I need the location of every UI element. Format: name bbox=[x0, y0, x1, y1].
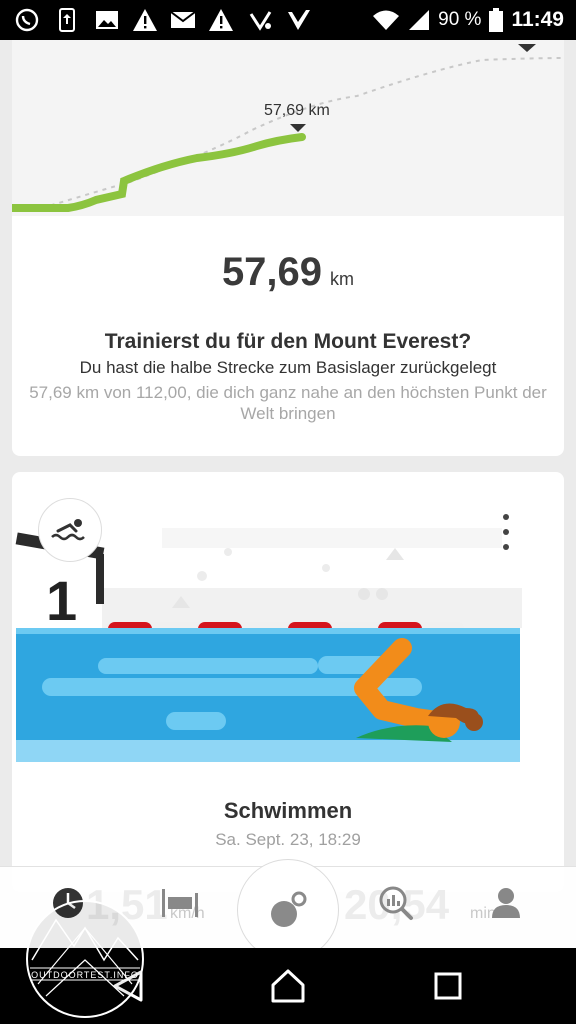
record-icon bbox=[271, 891, 307, 927]
battery-icon bbox=[489, 8, 504, 32]
status-right: 90 % 11:49 bbox=[372, 0, 564, 40]
tab-profile[interactable] bbox=[484, 881, 528, 925]
progress-subtitle: Du hast die halbe Strecke zum Basislager… bbox=[79, 358, 497, 377]
status-bar: 90 % 11:49 bbox=[0, 0, 576, 40]
search-stats-icon bbox=[379, 886, 413, 920]
upload-icon bbox=[59, 8, 75, 32]
lane-number: 1 bbox=[46, 569, 77, 632]
tab-sleep[interactable] bbox=[158, 881, 202, 925]
more-dot-icon bbox=[503, 514, 509, 520]
nav-home-button[interactable] bbox=[266, 966, 310, 1006]
wifi-icon bbox=[373, 10, 400, 30]
current-marker-icon bbox=[290, 124, 306, 132]
tab-record[interactable] bbox=[237, 859, 339, 961]
activity-date: Sa. Sept. 23, 18:29 bbox=[215, 830, 361, 849]
target-marker-icon bbox=[518, 44, 536, 52]
progress-line bbox=[12, 133, 306, 212]
more-dot-icon bbox=[503, 529, 509, 535]
progress-card[interactable]: 57,69 km 57,69 km Trainierst du für den M… bbox=[12, 40, 564, 456]
image-icon bbox=[96, 11, 118, 29]
home-icon bbox=[271, 969, 305, 1003]
check-icon bbox=[288, 10, 310, 30]
progress-description: 57,69 km von 112,00, die dich ganz nahe … bbox=[29, 383, 547, 423]
profile-icon bbox=[492, 888, 520, 918]
more-options-button[interactable] bbox=[496, 514, 516, 550]
activity-title: Schwimmen bbox=[223, 798, 353, 823]
warning-icon bbox=[209, 9, 233, 31]
swim-icon bbox=[51, 519, 85, 541]
battery-percent: 90 % bbox=[438, 9, 482, 30]
progress-title: Trainierst du für den Mount Everest? bbox=[104, 330, 472, 353]
signal-icon bbox=[409, 10, 430, 30]
mail-icon bbox=[170, 11, 196, 28]
activity-icon bbox=[249, 11, 272, 31]
clock-time: 11:49 bbox=[511, 8, 564, 31]
more-dot-icon bbox=[503, 544, 509, 550]
recents-square-icon bbox=[434, 972, 462, 1000]
distance-value: 57,69 bbox=[221, 250, 323, 294]
current-marker-label: 57,69 km bbox=[264, 102, 330, 119]
distance-unit: km bbox=[330, 269, 355, 289]
activity-type-badge bbox=[38, 498, 102, 562]
distance-total: 57,69 km bbox=[12, 250, 564, 295]
outdoortest-watermark-logo bbox=[26, 900, 144, 1018]
progress-chart-svg bbox=[12, 44, 564, 212]
activity-card[interactable]: 1 Schwimmen Sa. Sept. 23, 18:29 bbox=[12, 472, 564, 892]
sleep-icon bbox=[162, 889, 198, 917]
nav-recents-button[interactable] bbox=[426, 966, 470, 1006]
warning-icon bbox=[133, 9, 157, 31]
watermark-text: OUTDOORTEST.INFO bbox=[31, 970, 139, 980]
whatsapp-icon bbox=[15, 8, 39, 32]
progress-chart: 57,69 km bbox=[12, 40, 564, 216]
tab-statistics[interactable] bbox=[374, 881, 418, 925]
